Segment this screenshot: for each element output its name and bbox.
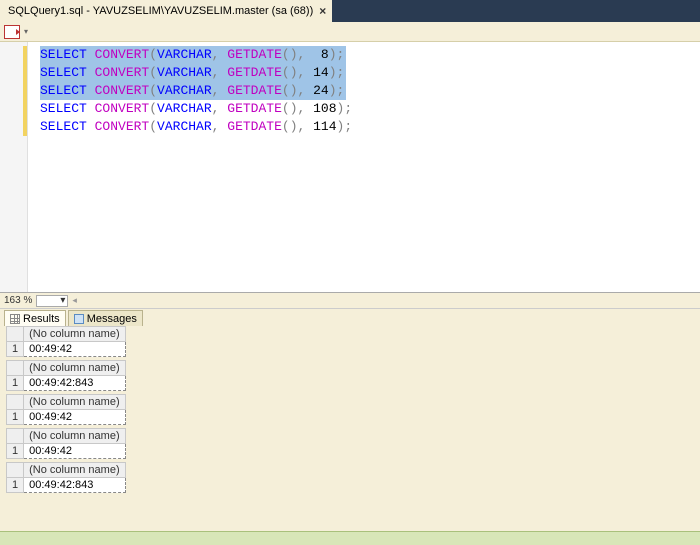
row-number[interactable]: 1 (7, 410, 24, 425)
document-tab-title: SQLQuery1.sql - YAVUZSELIM\YAVUZSELIM.ma… (8, 0, 313, 22)
row-number[interactable]: 1 (7, 444, 24, 459)
chevron-left-icon[interactable]: ◂ (72, 295, 77, 306)
result-table[interactable]: (No column name)100:49:42 (6, 394, 126, 425)
chevron-down-icon: ▾ (60, 295, 65, 306)
result-grid: (No column name)100:49:42:843 (6, 462, 700, 493)
grid-corner (7, 395, 24, 410)
result-grid: (No column name)100:49:42 (6, 428, 700, 459)
results-pane[interactable]: (No column name)100:49:42(No column name… (0, 326, 700, 531)
cell-value[interactable]: 00:49:42 (24, 410, 125, 425)
grid-icon (10, 314, 20, 324)
cell-value[interactable]: 00:49:42 (24, 444, 125, 459)
result-table[interactable]: (No column name)100:49:42 (6, 428, 126, 459)
toolbar-dropdown-icon[interactable]: ▾ (24, 27, 28, 36)
column-header[interactable]: (No column name) (24, 429, 125, 444)
object-explorer-icon[interactable] (4, 25, 20, 39)
code-line: SELECT CONVERT(VARCHAR, GETDATE(), 8); (40, 46, 346, 64)
editor-toolbar: ▾ (0, 22, 700, 42)
tab-messages-label: Messages (87, 313, 137, 325)
change-marker (23, 46, 27, 136)
tab-results[interactable]: Results (4, 310, 66, 326)
result-grid: (No column name)100:49:42 (6, 326, 700, 357)
code-line: SELECT CONVERT(VARCHAR, GETDATE(), 114); (40, 119, 352, 134)
code-line: SELECT CONVERT(VARCHAR, GETDATE(), 108); (40, 101, 352, 116)
grid-corner (7, 327, 24, 342)
column-header[interactable]: (No column name) (24, 327, 125, 342)
column-header[interactable]: (No column name) (24, 463, 125, 478)
status-bar (0, 531, 700, 545)
results-tabstrip: Results Messages (0, 309, 700, 326)
code-line: SELECT CONVERT(VARCHAR, GETDATE(), 14); (40, 64, 346, 82)
result-grid: (No column name)100:49:42 (6, 394, 700, 425)
code-line: SELECT CONVERT(VARCHAR, GETDATE(), 24); (40, 82, 346, 100)
zoom-bar: 163 % ▾ ◂ (0, 293, 700, 309)
result-grid: (No column name)100:49:42:843 (6, 360, 700, 391)
editor-margin (0, 42, 28, 292)
messages-icon (74, 314, 84, 324)
column-header[interactable]: (No column name) (24, 395, 125, 410)
grid-corner (7, 463, 24, 478)
cell-value[interactable]: 00:49:42:843 (24, 478, 125, 493)
result-table[interactable]: (No column name)100:49:42:843 (6, 360, 126, 391)
row-number[interactable]: 1 (7, 376, 24, 391)
grid-corner (7, 429, 24, 444)
document-tabstrip: SQLQuery1.sql - YAVUZSELIM\YAVUZSELIM.ma… (0, 0, 700, 22)
row-number[interactable]: 1 (7, 342, 24, 357)
grid-corner (7, 361, 24, 376)
sql-editor[interactable]: SELECT CONVERT(VARCHAR, GETDATE(), 8); S… (0, 42, 700, 293)
code-area[interactable]: SELECT CONVERT(VARCHAR, GETDATE(), 8); S… (28, 42, 700, 292)
tab-messages[interactable]: Messages (68, 310, 143, 326)
column-header[interactable]: (No column name) (24, 361, 125, 376)
tab-results-label: Results (23, 313, 60, 325)
document-tab[interactable]: SQLQuery1.sql - YAVUZSELIM\YAVUZSELIM.ma… (0, 0, 332, 22)
cell-value[interactable]: 00:49:42:843 (24, 376, 125, 391)
result-table[interactable]: (No column name)100:49:42 (6, 326, 126, 357)
cell-value[interactable]: 00:49:42 (24, 342, 125, 357)
close-icon[interactable]: × (319, 5, 326, 17)
result-table[interactable]: (No column name)100:49:42:843 (6, 462, 126, 493)
zoom-value: 163 % (4, 295, 32, 306)
row-number[interactable]: 1 (7, 478, 24, 493)
zoom-dropdown[interactable]: ▾ (36, 295, 68, 307)
